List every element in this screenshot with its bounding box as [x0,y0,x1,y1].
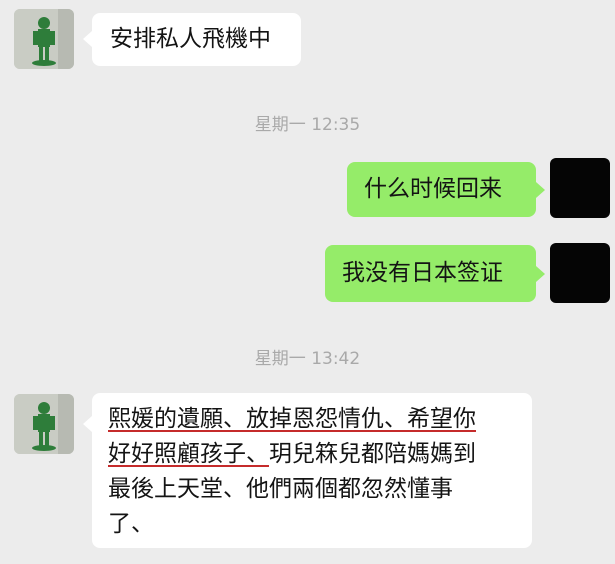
message-text: 什么时候回来 [364,176,502,202]
figurine-avatar-icon [14,394,74,454]
contact-avatar[interactable] [14,394,74,454]
message-bubble-outgoing[interactable]: 我没有日本签证 [325,245,536,302]
message-text: 安排私人飛機中 [110,26,271,52]
message-line: 最後上天堂、他們兩個都忽然懂事 [108,476,453,502]
contact-avatar[interactable] [14,9,74,69]
user-avatar[interactable] [550,158,610,218]
bubble-tail [536,182,545,198]
bubble-tail [83,31,92,47]
underlined-text: 好好照顧孩子、 [108,441,269,467]
message-line: 了、 [108,511,154,537]
message-text: 我没有日本签证 [342,260,503,286]
message-bubble-incoming[interactable]: 安排私人飛機中 [92,13,301,66]
message-line: 熙媛的遺願、放掉恩怨情仇、希望你 [108,402,516,437]
timestamp: 星期一 13:42 [254,349,361,369]
message-text: 玥兒箖兒都陪媽媽到 [269,441,476,467]
message-bubble-outgoing[interactable]: 什么时候回来 [347,162,536,217]
message-line: 好好照顧孩子、玥兒箖兒都陪媽媽到 [108,437,516,472]
bubble-tail [536,266,545,282]
underlined-text: 熙媛的遺願、放掉恩怨情仇、希望你 [108,406,476,432]
bubble-tail [83,416,92,432]
timestamp: 星期一 12:35 [254,115,361,135]
figurine-avatar-icon [14,9,74,69]
user-avatar[interactable] [550,243,610,303]
message-bubble-incoming[interactable]: 熙媛的遺願、放掉恩怨情仇、希望你 好好照顧孩子、玥兒箖兒都陪媽媽到 最後上天堂、… [92,393,532,548]
